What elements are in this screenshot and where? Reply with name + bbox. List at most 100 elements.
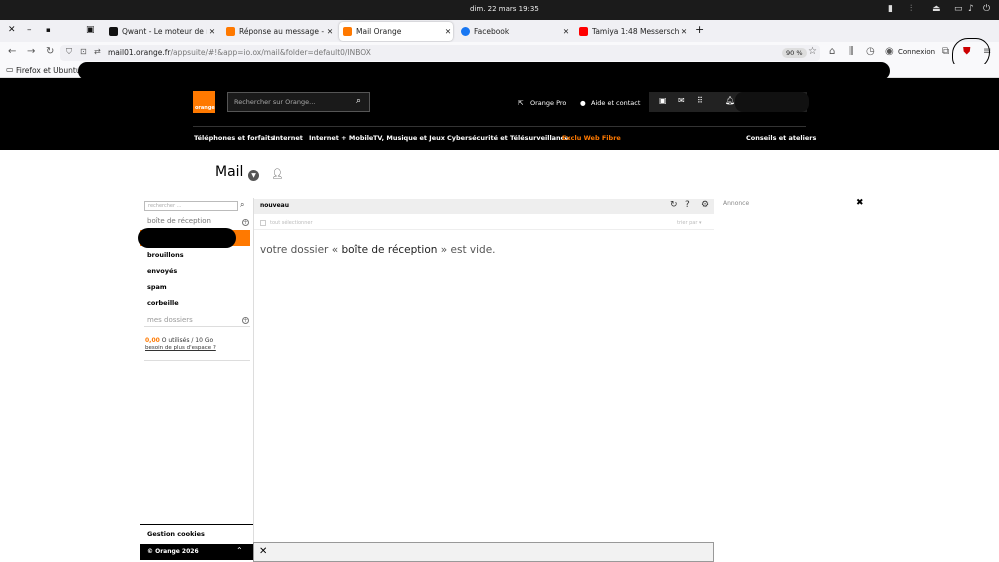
tab-close-icon[interactable]: ✕ [207,27,217,36]
os-clock[interactable]: dim. 22 mars 19:35 [470,5,539,13]
bookmark-firefox-ubuntu[interactable]: Firefox et Ubuntu [16,66,81,75]
redaction-scribble [138,228,236,248]
browser-tab-bar: ✕ – ▪ ▣ Qwant - Le moteur de recherche ✕… [0,20,999,42]
menu-internet[interactable]: Internet [273,134,303,142]
sidebar-divider [253,198,254,562]
apps-grid-icon[interactable]: ⠿ [697,96,703,105]
window-close-icon[interactable]: ✕ [8,25,16,35]
tab-mail-orange[interactable]: Mail Orange ✕ [339,22,453,41]
display-icon[interactable]: ▭ [954,4,963,14]
help-icon[interactable]: ? [685,200,690,210]
redaction-scribble [735,92,809,112]
youtube-favicon-icon [579,27,588,36]
my-folders-label[interactable]: mes dossiers [147,316,193,324]
tab-overview-icon[interactable]: ▣ [86,25,95,35]
permissions-icon[interactable]: ⇄ [94,47,101,56]
menu-internet-mobile[interactable]: Internet + Mobile [309,134,373,142]
footer-bar: © Orange 2026 ⌃ [140,544,253,560]
page-title: Mail [215,164,244,180]
close-ad-icon[interactable]: ✖ [856,198,864,208]
folder-sidebar: rechercher ... ⌕ boîte de réception + br… [138,198,253,562]
app-indicator-icon[interactable]: ▮ [888,4,893,14]
menu-cybersecurity[interactable]: Cybersécurité et Télésurveillance [447,134,569,142]
back-icon[interactable]: ← [8,46,16,57]
add-folder-icon[interactable]: + [242,317,249,324]
chevron-up-icon[interactable]: ⌃ [236,546,243,555]
forward-icon[interactable]: → [27,46,35,57]
chevron-down-icon[interactable]: ▼ [248,170,259,181]
menu-advice[interactable]: Conseils et ateliers [746,134,816,142]
reload-icon[interactable]: ↻ [46,46,54,57]
tab-title: Qwant - Le moteur de recherche [122,27,207,36]
external-link-icon: ⇱ [518,99,524,107]
menu-phones[interactable]: Téléphones et forfaits [194,134,274,142]
signin-link[interactable]: Connexion [898,48,935,56]
orange-pro-link[interactable]: Orange Pro [530,99,566,107]
new-mail-button[interactable]: nouveau [257,201,292,210]
cookie-settings-link[interactable]: Gestion cookies [147,530,205,538]
tab-youtube[interactable]: Tamiya 1:48 Messerschmitt ✕ [575,22,689,41]
tab-title: Tamiya 1:48 Messerschmitt [592,27,679,36]
tab-close-icon[interactable]: ✕ [679,27,689,36]
tab-close-icon[interactable]: ✕ [561,27,571,36]
mail-icon[interactable]: ✉ [678,96,685,105]
empty-prefix: votre dossier « [260,244,342,256]
quota-used: 0,00 [145,337,160,344]
id-card-icon[interactable]: ▣ [659,96,667,105]
settings-gear-icon[interactable]: ⚙ [701,200,709,210]
sort-by-label: trier par [677,220,698,226]
contacts-icon[interactable]: 👤︎ [271,169,284,180]
empty-folder-message: votre dossier « boîte de réception » est… [260,244,496,256]
history-icon[interactable]: ◷ [866,46,875,57]
inbox-section-label[interactable]: boîte de réception [147,217,211,225]
close-icon[interactable]: ✕ [259,546,267,557]
more-storage-link[interactable]: besoin de plus d'espace ? [145,345,216,351]
folder-spam[interactable]: spam [147,283,167,291]
tab-qwant[interactable]: Qwant - Le moteur de recherche ✕ [105,22,217,41]
url-bar[interactable]: ⛉ ⊡ ⇄ mail01.orange.fr/appsuite/#!&app=i… [60,45,820,61]
window-minimize-icon[interactable]: – [27,25,32,35]
tab-facebook[interactable]: Facebook ✕ [457,22,571,41]
folder-trash[interactable]: corbeille [147,299,179,307]
qwant-favicon-icon [109,27,118,36]
menu-tv-music-games[interactable]: TV, Musique et Jeux [373,134,445,142]
volume-icon[interactable]: ♪ [968,4,974,14]
add-folder-icon[interactable]: + [242,219,249,226]
notification-bell-icon[interactable]: 🔔︎ [725,96,735,105]
tab-title: Facebook [474,27,510,36]
folder-drafts[interactable]: brouillons [147,251,184,259]
tab-close-icon[interactable]: ✕ [325,27,335,36]
menu-exclu-fibre[interactable]: Exclu Web Fibre [562,134,621,142]
extensions-icon[interactable]: ⧉ [942,46,949,57]
site-search-input[interactable]: Rechercher sur Orange... ⌕ [227,92,370,112]
new-tab-icon[interactable]: + [695,23,704,36]
home-icon[interactable]: ⌂ [829,46,835,57]
sliders-icon[interactable]: ⫶ [910,4,912,14]
refresh-icon[interactable]: ↻ [670,200,678,210]
search-icon[interactable]: ⌕ [240,200,244,210]
folder-sent[interactable]: envoyés [147,267,177,275]
bookmark-star-icon[interactable]: ☆ [808,46,817,57]
lock-icon[interactable]: ⊡ [80,47,87,56]
power-icon[interactable]: ⏻ [983,4,990,14]
folder-search-input[interactable]: rechercher ... [144,201,238,211]
select-all-checkbox[interactable] [260,220,266,226]
tab-close-icon[interactable]: ✕ [443,27,453,36]
shield-icon[interactable]: ⛉ [66,47,72,57]
ad-label: Annonce [723,200,750,207]
zoom-badge[interactable]: 90 % [782,48,807,58]
library-icon[interactable]: ⫼ [849,46,854,57]
url-path: /appsuite/#!&app=io.ox/mail&folder=defau… [170,48,371,57]
window-maximize-icon[interactable]: ▪ [46,26,51,34]
url-text[interactable]: mail01.orange.fr/appsuite/#!&app=io.ox/m… [108,48,371,57]
help-contact-link[interactable]: Aide et contact [591,99,640,107]
storage-quota: 0,00 O utilisés / 10 Go [145,337,213,344]
orange-logo[interactable]: orange [193,91,215,113]
tab-reponse-message[interactable]: Réponse au message - Comm ✕ [222,22,335,41]
account-icon[interactable]: ◉ [885,46,894,57]
select-all-label[interactable]: tout sélectionner [270,220,313,226]
folder-search-placeholder: rechercher ... [148,203,182,209]
search-icon[interactable]: ⌕ [356,96,361,106]
sort-by-dropdown[interactable]: trier par ▾ [677,220,702,226]
eject-icon[interactable]: ⏏ [932,4,941,14]
